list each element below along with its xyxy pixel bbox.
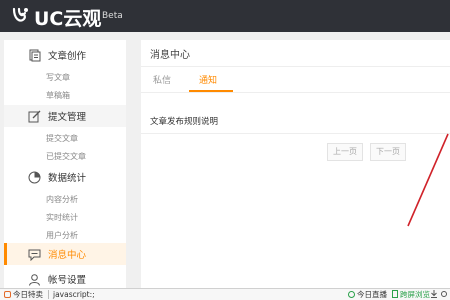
sidebar-subitem-user-analysis[interactable]: 用户分析	[46, 230, 78, 241]
sidebar-subitem-submitted[interactable]: 已提交文章	[46, 151, 86, 162]
brand-name[interactable]: UC云观	[34, 4, 101, 31]
sidebar-subitem-drafts[interactable]: 草稿箱	[46, 90, 70, 101]
notice-link[interactable]: 文章发布规则说明	[150, 115, 218, 127]
sidebar-subitem-write[interactable]: 写文章	[46, 72, 70, 83]
page-title: 消息中心	[150, 50, 190, 61]
tab-private-messages[interactable]: 私信	[153, 73, 171, 86]
status-url: javascript:;	[53, 290, 95, 299]
prev-page-button[interactable]: 上一页	[327, 143, 363, 161]
divider	[141, 66, 450, 67]
browser-status-bar: 今日特卖 javascript:; 今日直播 跨屏浏览	[0, 288, 450, 300]
sidebar-subitem-content-analysis[interactable]: 内容分析	[46, 194, 78, 205]
status-item-deals[interactable]: 今日特卖	[4, 289, 43, 300]
divider	[141, 92, 450, 93]
account-icon	[29, 274, 40, 286]
sidebar-item-statistics[interactable]: 数据统计	[4, 166, 126, 188]
top-bar: UC云观 Beta	[0, 0, 450, 32]
annotation-arrow	[407, 133, 449, 227]
sidebar: 文章创作 写文章 草稿箱 提文管理 提交文章 已提交文章 数据统计 内容分析 实…	[4, 40, 126, 288]
sidebar-item-messages[interactable]: 消息中心	[4, 243, 126, 265]
download-icon[interactable]	[430, 289, 438, 300]
sidebar-item-article-create[interactable]: 文章创作	[4, 44, 126, 66]
sidebar-item-label: 提文管理	[48, 112, 87, 123]
live-icon	[348, 291, 355, 298]
status-item-cross-screen[interactable]: 跨屏浏览	[392, 289, 430, 300]
edit-icon	[28, 110, 41, 123]
status-item-live[interactable]: 今日直播	[348, 289, 387, 300]
message-icon	[28, 249, 41, 261]
beta-badge: Beta	[102, 11, 123, 21]
document-icon	[29, 49, 41, 62]
sidebar-item-account[interactable]: 帐号设置	[4, 268, 126, 290]
sidebar-item-submission[interactable]: 提文管理	[4, 105, 126, 127]
sidebar-subitem-realtime[interactable]: 实时统计	[46, 212, 78, 223]
phone-icon	[392, 290, 398, 298]
shopping-icon	[4, 291, 11, 298]
sidebar-item-label: 数据统计	[48, 173, 87, 184]
settings-icon[interactable]	[440, 289, 448, 300]
status-separator	[48, 290, 49, 299]
sidebar-item-label: 消息中心	[48, 250, 87, 261]
sidebar-item-label: 帐号设置	[48, 275, 87, 286]
sidebar-item-label: 文章创作	[48, 51, 87, 62]
sidebar-subitem-submit-article[interactable]: 提交文章	[46, 133, 78, 144]
chart-icon	[28, 171, 41, 184]
uc-logo-icon[interactable]	[10, 5, 32, 27]
tab-notifications[interactable]: 通知	[199, 73, 217, 86]
